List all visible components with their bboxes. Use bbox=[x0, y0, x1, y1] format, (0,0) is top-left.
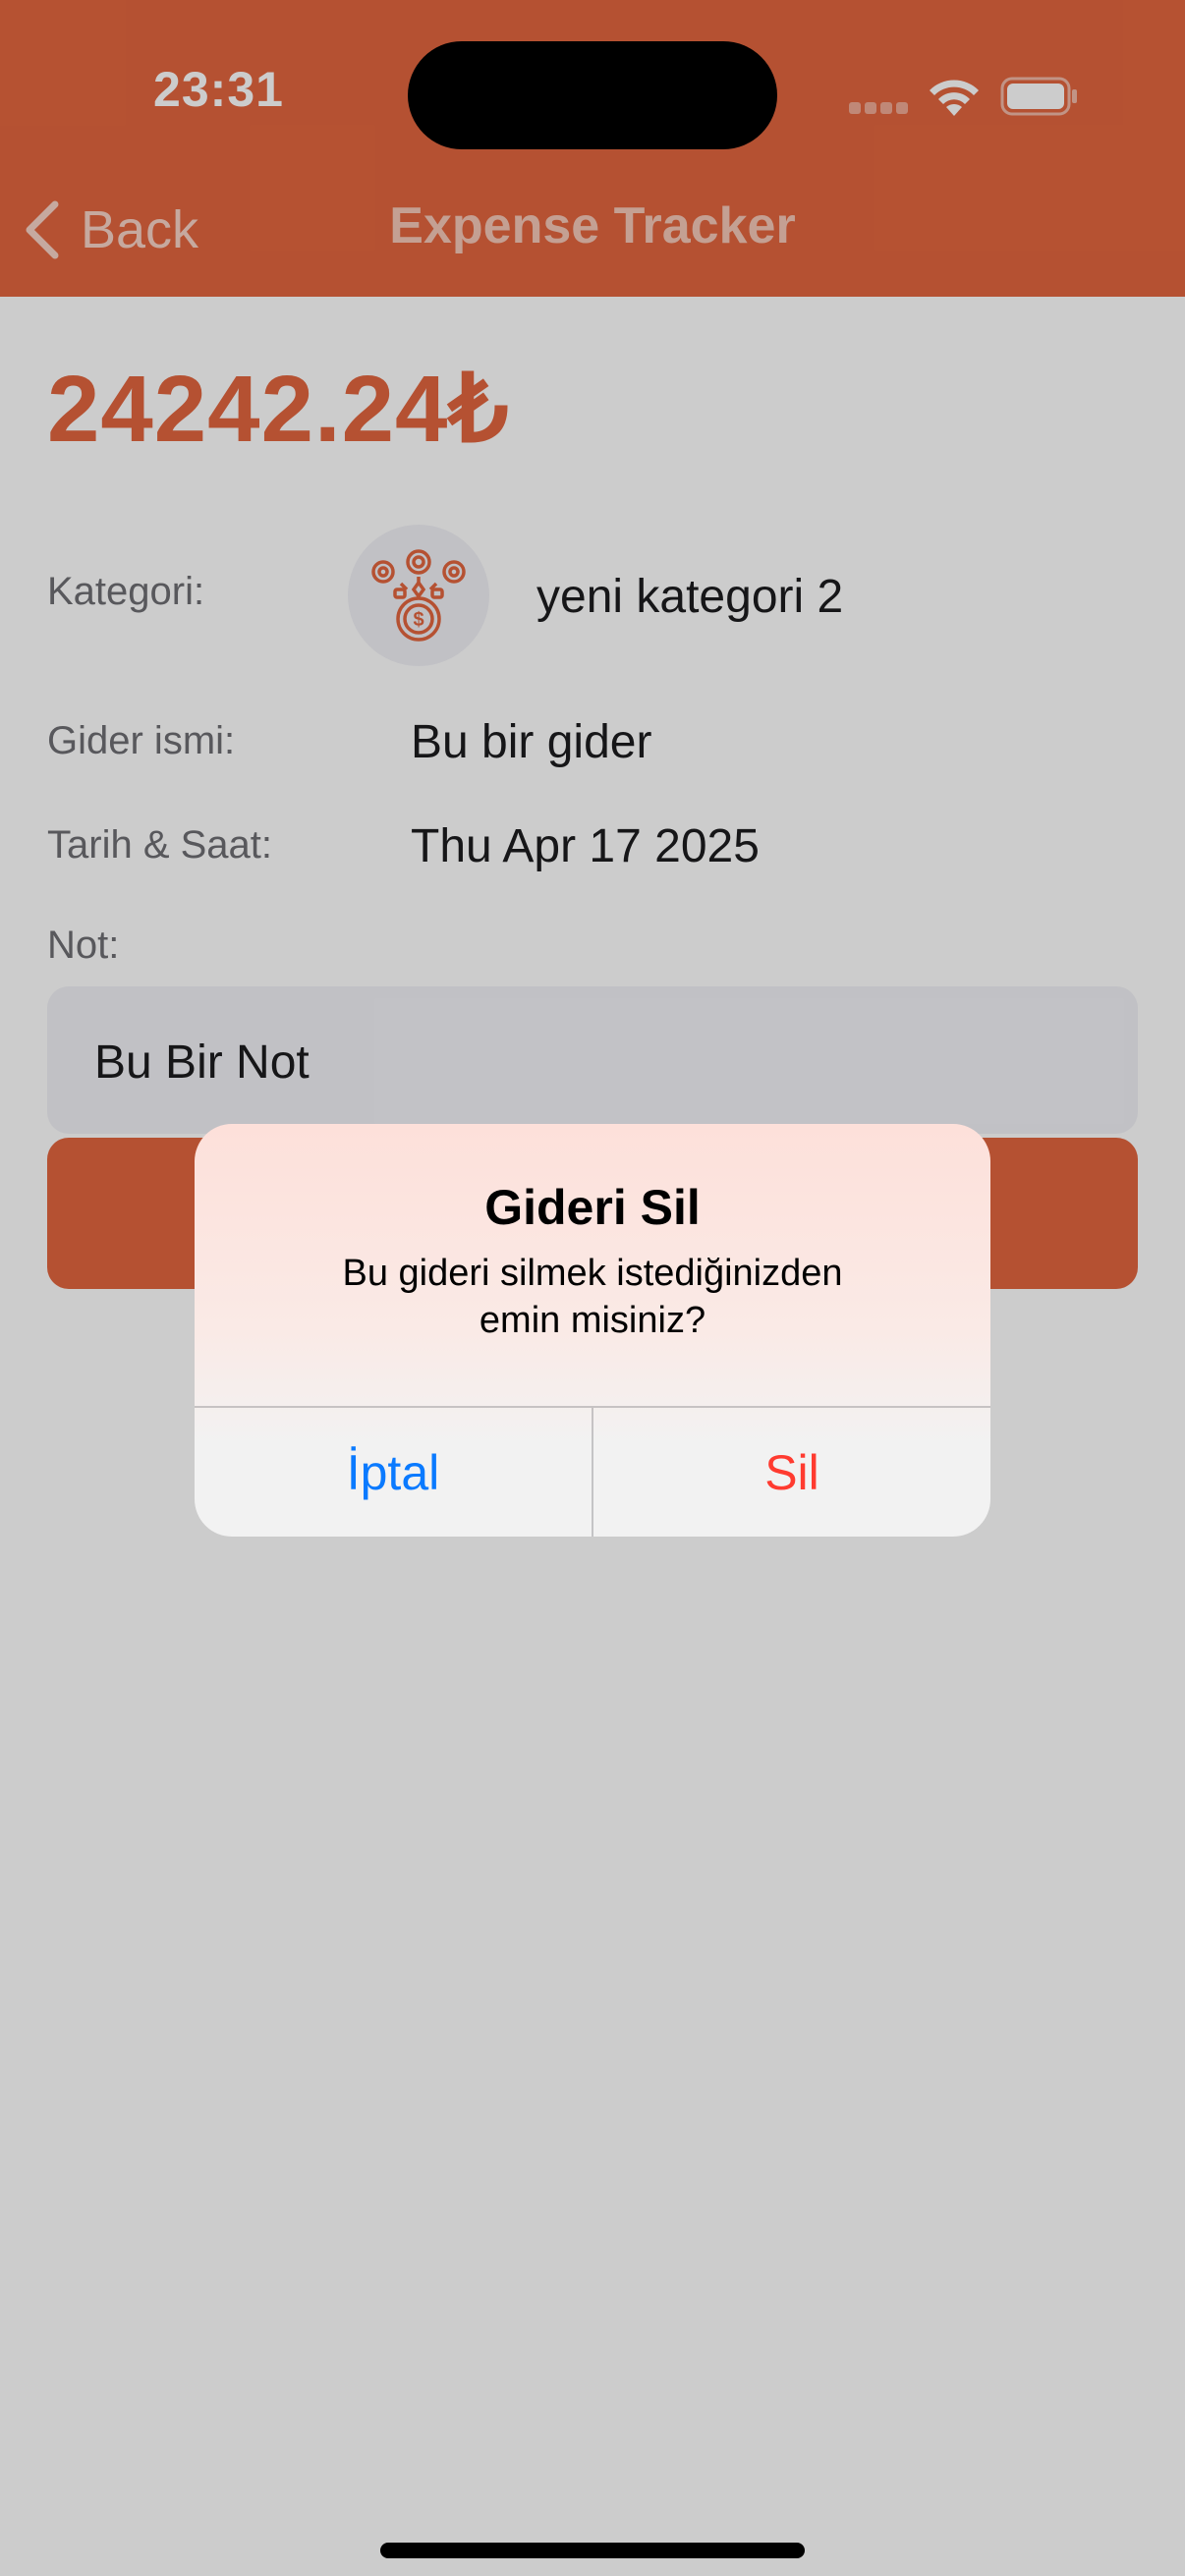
alert-title: Gideri Sil bbox=[484, 1180, 701, 1235]
alert-message: Bu gideri silmek istediğinizden emin mis… bbox=[342, 1253, 843, 1341]
delete-confirmation-alert: Gideri Sil Bu gideri silmek istediğinizd… bbox=[195, 1124, 990, 1537]
confirm-delete-button[interactable]: Sil bbox=[593, 1408, 990, 1537]
cancel-button[interactable]: İptal bbox=[195, 1408, 592, 1537]
